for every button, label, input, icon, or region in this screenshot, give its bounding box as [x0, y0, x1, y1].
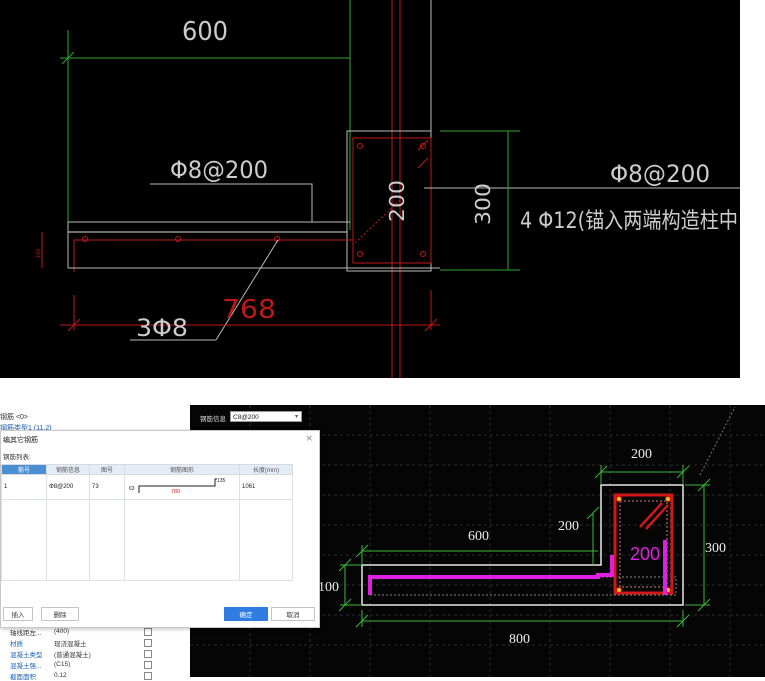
table-row[interactable]: 1 Φ8@200 73 63 780 135 1061 — [1, 474, 293, 500]
cad-drawing-top[interactable]: 600 Φ8@200 200 300 Φ8@200 4 Φ12(锚入两端构造柱中… — [0, 0, 740, 378]
prop-row[interactable]: 混凝土强... (C15) — [0, 660, 180, 670]
prop-row-checkbox[interactable] — [144, 638, 152, 647]
top-dim-600: 600 — [182, 17, 228, 47]
cell-no[interactable]: 1 — [1, 474, 47, 500]
col-header-no[interactable]: 筋号 — [1, 464, 47, 475]
col-header-figure-no[interactable]: 图号 — [89, 464, 125, 475]
bottom-dim-300: 300 — [705, 541, 726, 556]
cancel-button[interactable]: 取消 — [271, 607, 315, 621]
ok-button[interactable]: 确定 — [224, 607, 268, 621]
delete-button[interactable]: 删除 — [41, 607, 79, 621]
prop-row[interactable]: 混凝土类型 (普通混凝土) — [0, 649, 180, 659]
bottom-dim-600: 600 — [468, 529, 489, 544]
prop-row[interactable]: 轴线距左... (400) — [0, 627, 180, 637]
insert-button[interactable]: 插入 — [3, 607, 33, 621]
rebar-list-label: 钢筋列表: — [3, 454, 31, 461]
prop-row-value: (普通混凝土) — [54, 651, 91, 659]
top-dim-768: 768 — [222, 295, 276, 325]
top-dim-200: 200 — [385, 180, 409, 222]
top-stirrup-label-left: Φ8@200 — [170, 156, 268, 184]
prop-row-name: 混凝土类型 — [10, 651, 43, 659]
prop-line-1: 钢筋 <0> — [0, 414, 29, 421]
rebar-shape-figure: 63 780 135 — [129, 478, 226, 495]
top-small-dim: 100 — [36, 248, 42, 258]
prop-row-name: 混凝土强... — [10, 662, 42, 670]
shape-left-value: 63 — [129, 486, 135, 492]
prop-row-value: (400) — [54, 628, 70, 635]
col-header-info[interactable]: 钢筋信息 — [46, 464, 90, 475]
cell-info[interactable]: Φ8@200 — [46, 474, 90, 500]
cell-figure-no[interactable]: 73 — [89, 474, 125, 500]
top-stirrup-label-right: Φ8@200 — [610, 160, 710, 188]
prop-row-name: 截面面积 — [10, 673, 36, 681]
dialog-title: 编其它钢筋 — [3, 437, 38, 444]
bottom-dim-200-pink: 200 — [630, 544, 660, 564]
prop-row-value: 0.12 — [54, 672, 67, 679]
cell-length[interactable]: 1061 — [239, 474, 293, 500]
top-dim-300: 300 — [471, 183, 495, 225]
col-header-length[interactable]: 长度(mm) — [239, 464, 293, 475]
chevron-down-icon: ▾ — [294, 414, 298, 420]
section-drawing-top: 600 Φ8@200 200 300 Φ8@200 4 Φ12(锚入两端构造柱中… — [36, 0, 740, 378]
rebar-table: 筋号 钢筋信息 图号 钢筋图形 长度(mm) 1 Φ8@200 73 63 78… — [1, 464, 293, 581]
shape-mid-value: 780 — [171, 489, 180, 495]
prop-row-checkbox[interactable] — [144, 649, 152, 658]
table-row — [1, 499, 293, 581]
cell-shape[interactable]: 63 780 135 — [124, 474, 240, 500]
bottom-dim-800: 800 — [509, 632, 530, 647]
edit-other-rebar-dialog: 编其它钢筋 × 钢筋列表: 筋号 钢筋信息 图号 钢筋图形 长度(mm) 1 Φ… — [0, 430, 320, 628]
prop-row-checkbox[interactable] — [144, 660, 152, 669]
prop-row-name: 材质 — [10, 640, 23, 648]
bottom-dim-200-mid: 200 — [558, 519, 579, 534]
rebar-info-value: C8@200 — [233, 414, 259, 421]
top-long-bar-label: 4 Φ12(锚入两端构造柱中 — [520, 209, 738, 234]
prop-row[interactable]: 材质 现浇混凝土 — [0, 638, 180, 648]
rebar-info-label: 钢筋信息 — [200, 416, 226, 423]
bottom-dim-100: 100 — [318, 580, 339, 595]
gap-strip — [0, 378, 765, 405]
prop-row-value: (C15) — [54, 661, 71, 668]
top-bottom-bars-label: 3Φ8 — [136, 314, 188, 342]
close-icon[interactable]: × — [305, 434, 313, 444]
prop-row-checkbox[interactable] — [144, 671, 152, 680]
col-header-shape[interactable]: 钢筋图形 — [124, 464, 240, 475]
prop-row-value: 现浇混凝土 — [54, 640, 87, 648]
prop-row[interactable]: 截面面积 0.12 — [0, 671, 180, 681]
rebar-info-select[interactable]: C8@200 ▾ — [230, 411, 302, 422]
prop-row-name: 轴线距左... — [10, 629, 42, 637]
bottom-dim-200-top: 200 — [631, 447, 652, 462]
prop-row-checkbox[interactable] — [144, 627, 152, 636]
shape-right-value: 135 — [217, 478, 226, 484]
